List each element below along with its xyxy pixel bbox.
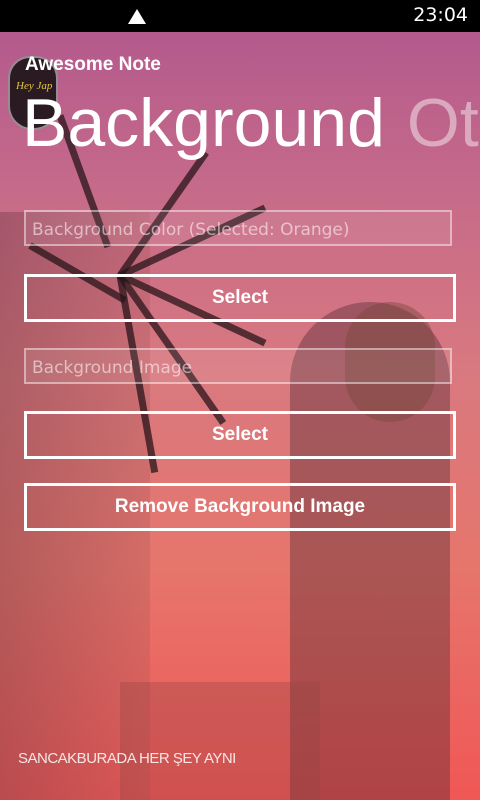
village-image [120, 682, 320, 800]
status-bar: 23:04 [0, 0, 480, 32]
background-color-field[interactable]: Background Color (Selected: Orange) [24, 210, 452, 246]
signal-icon [128, 9, 146, 24]
wallpaper-caption: SANCAKBURADA HER ŞEY AYNI [18, 750, 236, 767]
pivot-item-background[interactable]: Background [22, 85, 385, 161]
app-screen: Hey Jap SANCAKBURADA HER ŞEY AYNI Awesom… [0, 32, 480, 800]
remove-background-image-button[interactable]: Remove Background Image [24, 483, 456, 531]
pivot-header: Background Ot [22, 84, 479, 162]
select-color-button[interactable]: Select [24, 274, 456, 322]
background-image-field[interactable]: Background Image [24, 348, 452, 384]
clock: 23:04 [413, 4, 468, 26]
select-image-button[interactable]: Select [24, 411, 456, 459]
app-title: Awesome Note [25, 54, 161, 75]
pivot-item-other[interactable]: Ot [407, 85, 479, 161]
